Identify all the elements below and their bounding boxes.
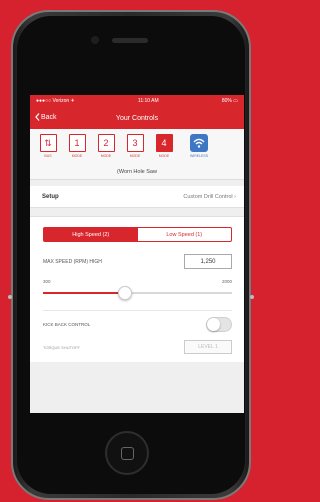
tool-mode-1-label: MODE [71, 154, 83, 158]
torque-row: TORQUE SHUTOFF LEVEL 1 [43, 340, 232, 354]
slider-fill [43, 292, 126, 294]
speed-segmented-control: High Speed (2) Low Speed (1) [43, 227, 232, 242]
tool-mode-2-label: MODE [100, 154, 112, 158]
setup-value: Custom Drill Control › [183, 193, 236, 200]
tool-bus-box: ⇅ [39, 134, 57, 152]
tool-mode-4-label: MODE [158, 154, 170, 158]
speed-range-labels: 300 2000 [43, 279, 232, 284]
speed-panel: High Speed (2) Low Speed (1) MAX SPEED (… [30, 216, 244, 362]
front-camera [91, 36, 99, 44]
segment-high-speed[interactable]: High Speed (2) [44, 228, 138, 241]
earpiece [112, 38, 148, 43]
app-screen: ●●●○○ Verizon ✈ 11:10 AM 80% ▭ Back Your… [30, 95, 244, 413]
side-button-left [8, 295, 12, 299]
tool-mode-3-label: MODE [129, 154, 141, 158]
carrier-text: ●●●○○ Verizon ✈ [36, 98, 75, 104]
tool-bus[interactable]: ⇅ BUS [36, 134, 60, 164]
setup-row[interactable]: Setup Custom Drill Control › [30, 186, 244, 208]
home-square-icon [121, 447, 134, 460]
max-speed-label: MAX SPEED (RPM) HIGH [43, 258, 102, 265]
tool-mode-2[interactable]: 2 MODE [94, 134, 118, 164]
wifi-icon [190, 134, 208, 152]
status-bar: ●●●○○ Verizon ✈ 11:10 AM 80% ▭ [30, 95, 244, 107]
chevron-left-icon [35, 113, 40, 121]
wireless-label: WIRELESS [189, 154, 209, 158]
nav-bar: Back Your Controls [30, 107, 244, 129]
tool-bus-label: BUS [44, 154, 52, 158]
range-max: 2000 [221, 279, 232, 284]
kickback-toggle[interactable] [206, 317, 232, 332]
tool-mode-4[interactable]: 4 MODE [152, 134, 176, 164]
segment-low-speed[interactable]: Low Speed (1) [138, 228, 232, 241]
battery-text: 80% ▭ [221, 98, 238, 104]
max-speed-row: MAX SPEED (RPM) HIGH 1,250 [43, 254, 232, 269]
mode-toolbar: ⇅ BUS 1 MODE 2 MODE 3 MODE 4 MODE WIRELE… [30, 129, 244, 167]
torque-label: TORQUE SHUTOFF [43, 344, 80, 350]
clock-text: 11:10 AM [137, 98, 159, 104]
max-speed-input[interactable]: 1,250 [184, 254, 232, 269]
page-title: Your Controls [115, 114, 159, 122]
speed-slider[interactable] [43, 286, 232, 300]
side-button-right [250, 295, 254, 299]
subtitle: (Worn Hole Saw [30, 167, 244, 180]
torque-level-button[interactable]: LEVEL 1 [184, 340, 232, 354]
tool-mode-3-box: 3 [126, 134, 144, 152]
toggle-knob [207, 318, 220, 331]
range-min: 300 [43, 279, 51, 284]
slider-thumb[interactable] [118, 286, 133, 300]
tool-mode-2-box: 2 [97, 134, 115, 152]
kickback-row: KICK BACK CONTROL [43, 310, 232, 332]
back-button[interactable]: Back [35, 113, 57, 121]
tool-mode-1[interactable]: 1 MODE [65, 134, 89, 164]
wireless-button[interactable]: WIRELESS [181, 134, 209, 164]
setup-label: Setup [42, 193, 59, 200]
back-label: Back [41, 113, 57, 121]
tool-mode-4-box: 4 [155, 134, 173, 152]
kickback-label: KICK BACK CONTROL [43, 322, 91, 327]
tool-mode-1-box: 1 [68, 134, 86, 152]
tool-mode-3[interactable]: 3 MODE [123, 134, 147, 164]
home-button[interactable] [105, 431, 149, 475]
